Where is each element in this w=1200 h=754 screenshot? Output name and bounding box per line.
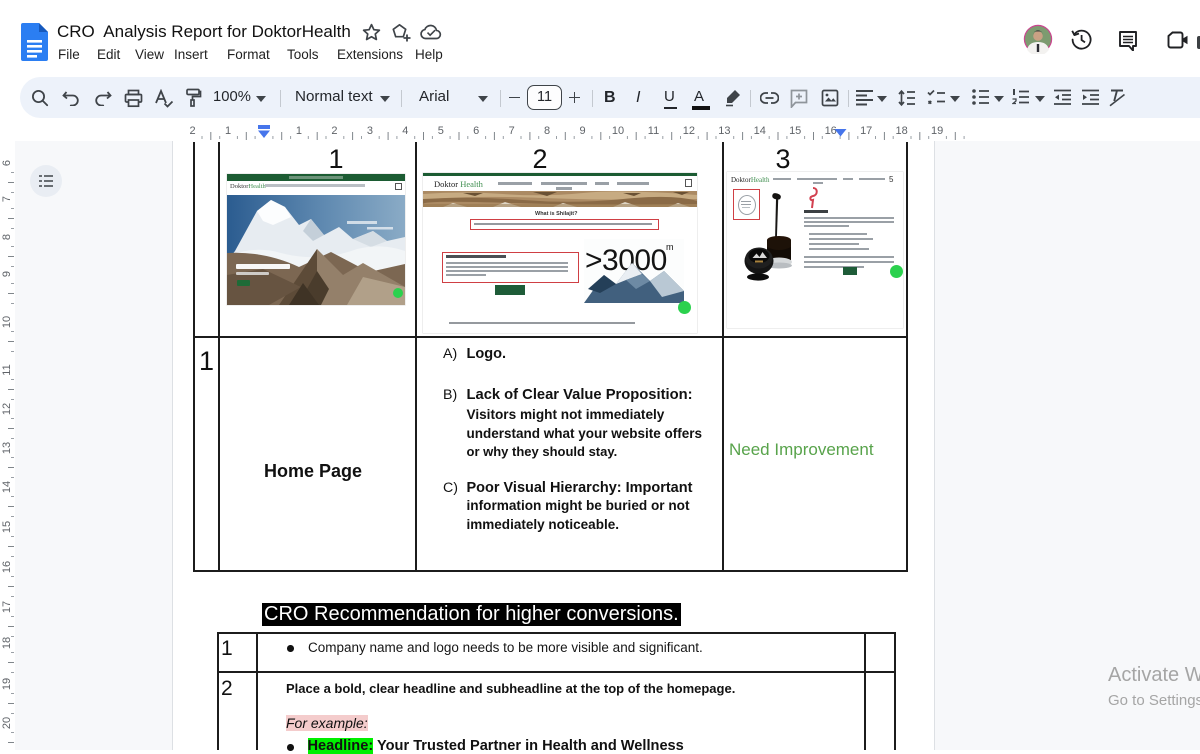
svg-text:1: 1 — [296, 125, 302, 137]
svg-text:10: 10 — [612, 125, 624, 137]
svg-text:15: 15 — [789, 125, 801, 137]
svg-text:19: 19 — [931, 125, 943, 137]
svg-text:20: 20 — [1, 717, 13, 729]
svg-text:14: 14 — [754, 125, 766, 137]
svg-text:8: 8 — [1, 234, 13, 240]
svg-text:6: 6 — [473, 125, 479, 137]
svg-text:5: 5 — [438, 125, 444, 137]
svg-text:13: 13 — [1, 442, 13, 454]
svg-text:12: 12 — [683, 125, 695, 137]
svg-text:18: 18 — [1, 637, 13, 649]
svg-text:9: 9 — [1, 271, 13, 277]
svg-text:2: 2 — [190, 125, 196, 137]
svg-text:1: 1 — [225, 125, 231, 137]
svg-text:15: 15 — [1, 521, 13, 533]
svg-text:16: 16 — [1, 561, 13, 573]
svg-text:9: 9 — [579, 125, 585, 137]
svg-text:19: 19 — [1, 678, 13, 690]
svg-text:4: 4 — [402, 125, 408, 137]
svg-text:17: 17 — [1, 601, 13, 613]
svg-text:11: 11 — [1, 364, 13, 375]
svg-text:7: 7 — [1, 196, 13, 202]
svg-text:7: 7 — [509, 125, 515, 137]
svg-text:10: 10 — [1, 316, 13, 328]
svg-text:11: 11 — [648, 125, 659, 137]
svg-text:14: 14 — [1, 481, 13, 493]
svg-text:6: 6 — [1, 160, 13, 166]
svg-text:8: 8 — [544, 125, 550, 137]
svg-text:13: 13 — [718, 125, 730, 137]
svg-text:16: 16 — [825, 125, 837, 137]
svg-text:m: m — [666, 242, 674, 252]
svg-text:12: 12 — [1, 403, 13, 415]
svg-text:18: 18 — [895, 125, 907, 137]
svg-text:2: 2 — [331, 125, 337, 137]
svg-text:17: 17 — [860, 125, 872, 137]
svg-text:3: 3 — [367, 125, 373, 137]
